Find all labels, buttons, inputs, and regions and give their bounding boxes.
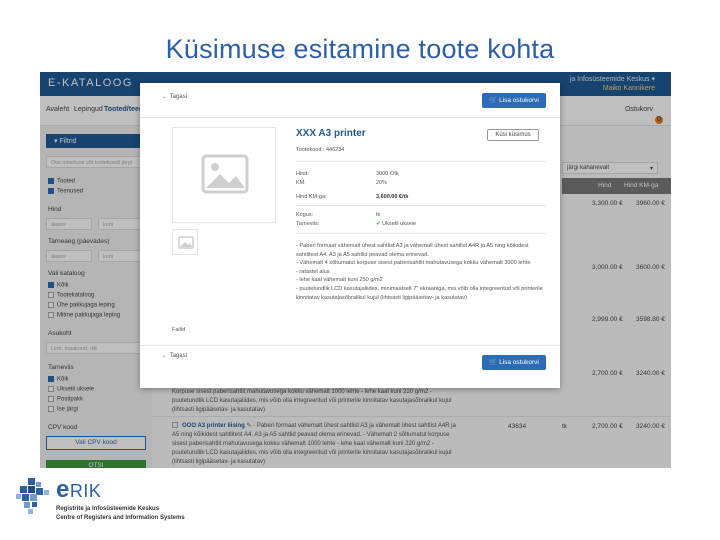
slide-title: Küsimuse esitamine toote kohta bbox=[165, 34, 555, 64]
product-description: - Paberi formaat vähemalt ühest sahtlist… bbox=[296, 242, 546, 302]
spec-key-quantity: Kogus: bbox=[296, 212, 314, 218]
product-image[interactable] bbox=[172, 127, 276, 223]
back-button-top[interactable]: ← Tagasi bbox=[162, 94, 187, 100]
spec-key-vat: KM: bbox=[296, 180, 306, 186]
product-title: XXX A3 printer bbox=[296, 128, 366, 139]
rik-name-et: Registrite ja Infosüsteemide Keskus bbox=[56, 506, 160, 512]
add-to-cart-button-bottom[interactable]: 🛒 Lisa ostukorvi bbox=[482, 355, 546, 370]
modal-divider bbox=[296, 233, 546, 234]
product-code: Tootekood : 446234 bbox=[296, 147, 345, 153]
spec-value-quantity: tk bbox=[376, 212, 381, 218]
modal-divider bbox=[296, 161, 546, 162]
description-line: - puutetundlik LCD kasutajaliides, minim… bbox=[296, 285, 543, 301]
image-placeholder-icon bbox=[201, 154, 249, 194]
check-icon: ✔ bbox=[376, 221, 381, 227]
back-button-bottom[interactable]: ← Tagasi bbox=[162, 353, 187, 359]
spec-value-price-vat: 3,600.00 €/tk bbox=[376, 194, 409, 200]
spec-key-supply: Tarneviis: bbox=[296, 221, 320, 227]
spec-value-supply: ✔ Uksetil ukseie bbox=[376, 221, 417, 227]
modal-divider bbox=[140, 345, 560, 346]
ask-question-button[interactable]: Küsi küsimus bbox=[487, 129, 539, 141]
modal-divider bbox=[140, 117, 560, 118]
product-modal: ← Tagasi 🛒 Lisa ostukorvi XXX A3 printer… bbox=[140, 83, 560, 388]
rik-logo-e-icon: e bbox=[56, 476, 70, 503]
spec-key-price-vat: Hind KM-ga: bbox=[296, 194, 327, 200]
add-to-cart-button-top[interactable]: 🛒 Lisa ostukorvi bbox=[482, 93, 546, 108]
description-line: - Paberi formaat vähemalt ühest sahtlist… bbox=[296, 243, 529, 258]
spec-value-vat: 20% bbox=[376, 180, 388, 186]
files-label: Failid bbox=[172, 327, 186, 333]
description-line: - lehe kaal vähemalt kuni 250 g/m2 bbox=[296, 277, 383, 284]
rik-name-en: Centre of Registers and Information Syst… bbox=[56, 515, 185, 521]
description-line: - ratastel alus bbox=[296, 268, 330, 275]
spec-value-price: 3000 €/tk bbox=[376, 171, 399, 177]
spec-key-price: Hind: bbox=[296, 171, 309, 177]
modal-divider bbox=[296, 205, 546, 206]
description-line: - Vähemalt 4 sõltumatut korpuse sisest p… bbox=[296, 260, 531, 267]
rik-logo-icon bbox=[16, 478, 49, 514]
product-thumbnail[interactable] bbox=[172, 229, 198, 255]
image-thumbnail-icon bbox=[178, 236, 194, 249]
rik-logo-text: eRIK bbox=[56, 476, 102, 503]
